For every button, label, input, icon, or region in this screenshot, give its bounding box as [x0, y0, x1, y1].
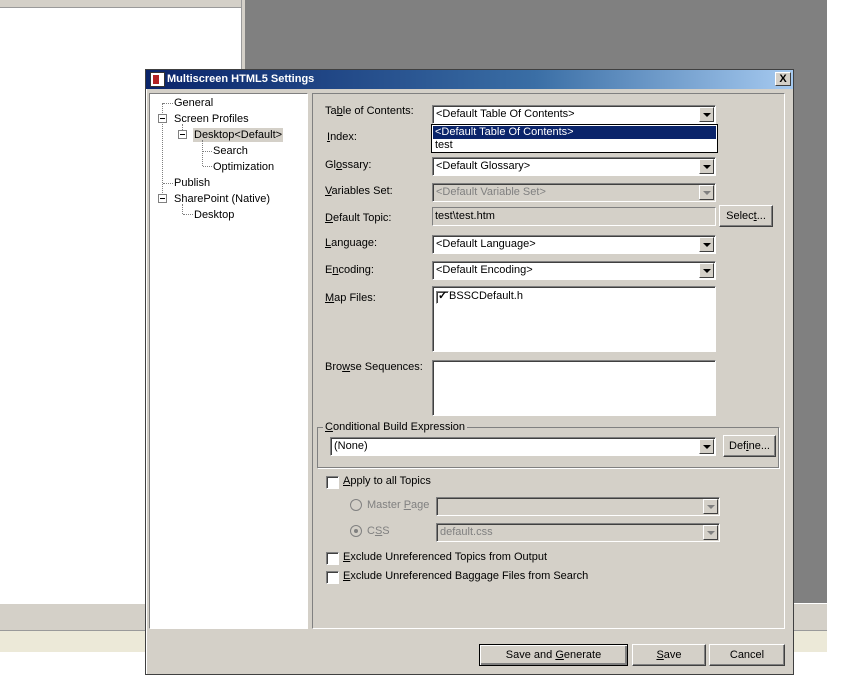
close-icon: X [779, 73, 787, 85]
background-toolbar-strip [0, 0, 243, 8]
tree-item-general[interactable]: General [174, 96, 213, 110]
tree-guide-line [163, 183, 173, 184]
define-button[interactable]: Define... [723, 435, 776, 457]
language-select[interactable]: <Default Language> [432, 235, 716, 254]
chevron-down-icon[interactable] [699, 439, 714, 454]
index-label: Index: [327, 131, 357, 143]
glossary-label: Glossary: [325, 159, 372, 171]
variables-label: Variables Set: [325, 185, 393, 197]
exclude-topics-label: Exclude Unreferenced Topics from Output [343, 551, 548, 563]
encoding-label: Encoding: [325, 264, 374, 276]
toc-select[interactable]: <Default Table Of Contents> [432, 105, 716, 124]
close-button[interactable]: X [775, 72, 791, 86]
exclude-baggage-label: Exclude Unreferenced Baggage Files from … [343, 570, 589, 582]
default-topic-field: test\test.htm [432, 207, 716, 226]
app-icon [150, 72, 165, 87]
master-page-radio [350, 499, 362, 511]
apply-all-topics-label: Apply to all Topics [343, 475, 431, 487]
tree-guide-line [202, 140, 203, 166]
chevron-down-icon [703, 525, 718, 540]
mapfile-item-label: BSSCDefault.h [449, 290, 523, 302]
select-topic-button[interactable]: Select... [719, 205, 773, 227]
browse-sequences-label: Browse Sequences: [325, 361, 423, 373]
encoding-select[interactable]: <Default Encoding> [432, 261, 716, 280]
chevron-down-icon[interactable] [699, 263, 714, 278]
tree-guide-line [203, 166, 212, 167]
collapse-icon[interactable] [158, 194, 167, 203]
tree-guide-line [203, 151, 212, 152]
tree-item-screen-profiles[interactable]: Screen Profiles [174, 112, 249, 126]
chevron-down-icon[interactable] [699, 107, 714, 122]
map-files-list[interactable]: BSSCDefault.h [432, 286, 716, 352]
map-files-label: Map Files: [325, 292, 376, 304]
chevron-down-icon[interactable] [699, 237, 714, 252]
exclude-baggage-checkbox[interactable] [326, 571, 339, 584]
tree-item-publish[interactable]: Publish [174, 176, 210, 190]
tree-guide-line [183, 214, 193, 215]
tree-item-desktop[interactable]: Desktop [194, 208, 234, 222]
conditional-build-select[interactable]: (None) [330, 437, 716, 456]
master-page-select [436, 497, 720, 516]
exclude-topics-checkbox[interactable] [326, 552, 339, 565]
tree-item-sharepoint[interactable]: SharePoint (Native) [174, 192, 270, 206]
collapse-icon[interactable] [178, 130, 187, 139]
language-label: Language: [325, 237, 378, 249]
mapfile-checkbox[interactable] [436, 289, 449, 304]
variables-select: <Default Variable Set> [432, 183, 716, 202]
chevron-down-icon [703, 499, 718, 514]
browse-sequences-list[interactable] [432, 360, 716, 416]
chevron-down-icon [699, 185, 714, 200]
conditional-build-label: Conditional Build Expression [323, 421, 468, 433]
apply-all-topics-checkbox[interactable] [326, 476, 339, 489]
cancel-button[interactable]: Cancel [709, 644, 785, 666]
dialog-title: Multiscreen HTML5 Settings [167, 73, 315, 85]
tree-item-search[interactable]: Search [213, 144, 248, 158]
dropdown-option-test[interactable]: test [433, 139, 716, 152]
collapse-icon[interactable] [158, 114, 167, 123]
tree-guide-line [182, 204, 183, 214]
css-label: CSS [367, 525, 390, 537]
toc-label: Table of Contents: [325, 105, 414, 117]
save-and-generate-button[interactable]: Save and Generate [479, 644, 628, 666]
background-right-margin [827, 0, 863, 691]
settings-tree[interactable]: General Screen Profiles Desktop<Default>… [149, 93, 308, 629]
chevron-down-icon[interactable] [699, 159, 714, 174]
css-radio [350, 525, 362, 537]
toc-dropdown-list[interactable]: <Default Table Of Contents> test [431, 124, 718, 153]
save-button[interactable]: Save [632, 644, 706, 666]
dropdown-option-default-toc[interactable]: <Default Table Of Contents> [433, 126, 716, 139]
tree-item-desktop-default[interactable]: Desktop<Default> [193, 128, 284, 142]
tree-guide-line [163, 103, 173, 104]
css-select: default.css [436, 523, 720, 542]
master-page-label: Master Page [367, 499, 430, 511]
tree-item-optimization[interactable]: Optimization [213, 160, 274, 174]
glossary-select[interactable]: <Default Glossary> [432, 157, 716, 176]
default-topic-label: Default Topic: [325, 212, 392, 224]
